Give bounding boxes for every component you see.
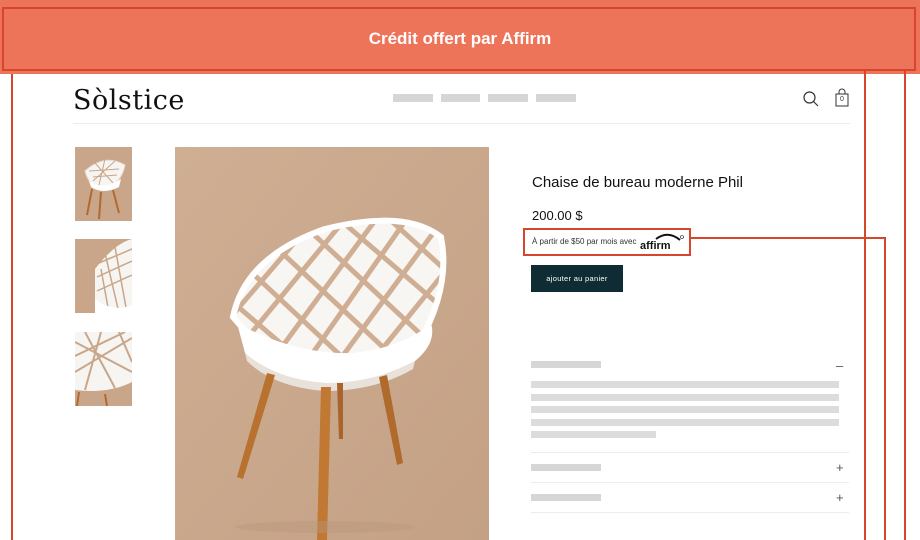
page-outline-right [864, 70, 866, 540]
nav-item-3[interactable] [488, 94, 528, 102]
callout-connector-vertical [884, 237, 886, 540]
accordion-divider [531, 512, 849, 513]
callout-connector-horizontal [690, 237, 886, 239]
nav-item-1[interactable] [393, 94, 433, 102]
accordion-1-title[interactable] [531, 361, 601, 368]
accordion-3-title[interactable] [531, 494, 601, 501]
affirm-wordmark: affirm [640, 240, 671, 252]
accordion-1-text-line [531, 431, 656, 438]
thumbnail-1[interactable] [75, 147, 132, 221]
cart-count: 0 [840, 96, 844, 103]
affirm-logo-icon[interactable]: affirm [638, 231, 686, 253]
nav-item-4[interactable] [536, 94, 576, 102]
add-to-cart-button[interactable]: ajouter au panier [531, 265, 623, 292]
accordion-2-title[interactable] [531, 464, 601, 471]
accordion-1-text-line [531, 394, 839, 401]
accordion-2-expand-icon[interactable]: + [836, 461, 844, 474]
store-logo[interactable]: Sòlstice [73, 85, 185, 116]
product-image [175, 147, 489, 540]
product-title: Chaise de bureau moderne Phil [532, 174, 743, 191]
banner-highlight-outline [2, 7, 916, 71]
accordion-1-text-line [531, 406, 839, 413]
accordion-3-expand-icon[interactable]: + [836, 491, 844, 504]
search-icon[interactable] [802, 90, 820, 108]
nav-item-2[interactable] [441, 94, 480, 102]
accordion-1-collapse-icon[interactable]: – [836, 359, 843, 372]
accordion-divider [531, 482, 849, 483]
accordion-1-text-line [531, 419, 839, 426]
main-navigation [393, 94, 576, 102]
financing-text: À partir de $50 par mois avec [532, 237, 637, 246]
header-divider [73, 123, 850, 124]
accordion-divider [531, 452, 849, 453]
thumbnail-3[interactable] [75, 332, 132, 406]
page-outline-left [11, 74, 13, 540]
product-price: 200.00 $ [532, 208, 583, 223]
shopping-bag-icon[interactable]: 0 [834, 88, 850, 108]
accordion-1-text-line [531, 381, 839, 388]
thumbnail-2[interactable] [75, 239, 132, 313]
banner-outline-extension [904, 70, 906, 540]
